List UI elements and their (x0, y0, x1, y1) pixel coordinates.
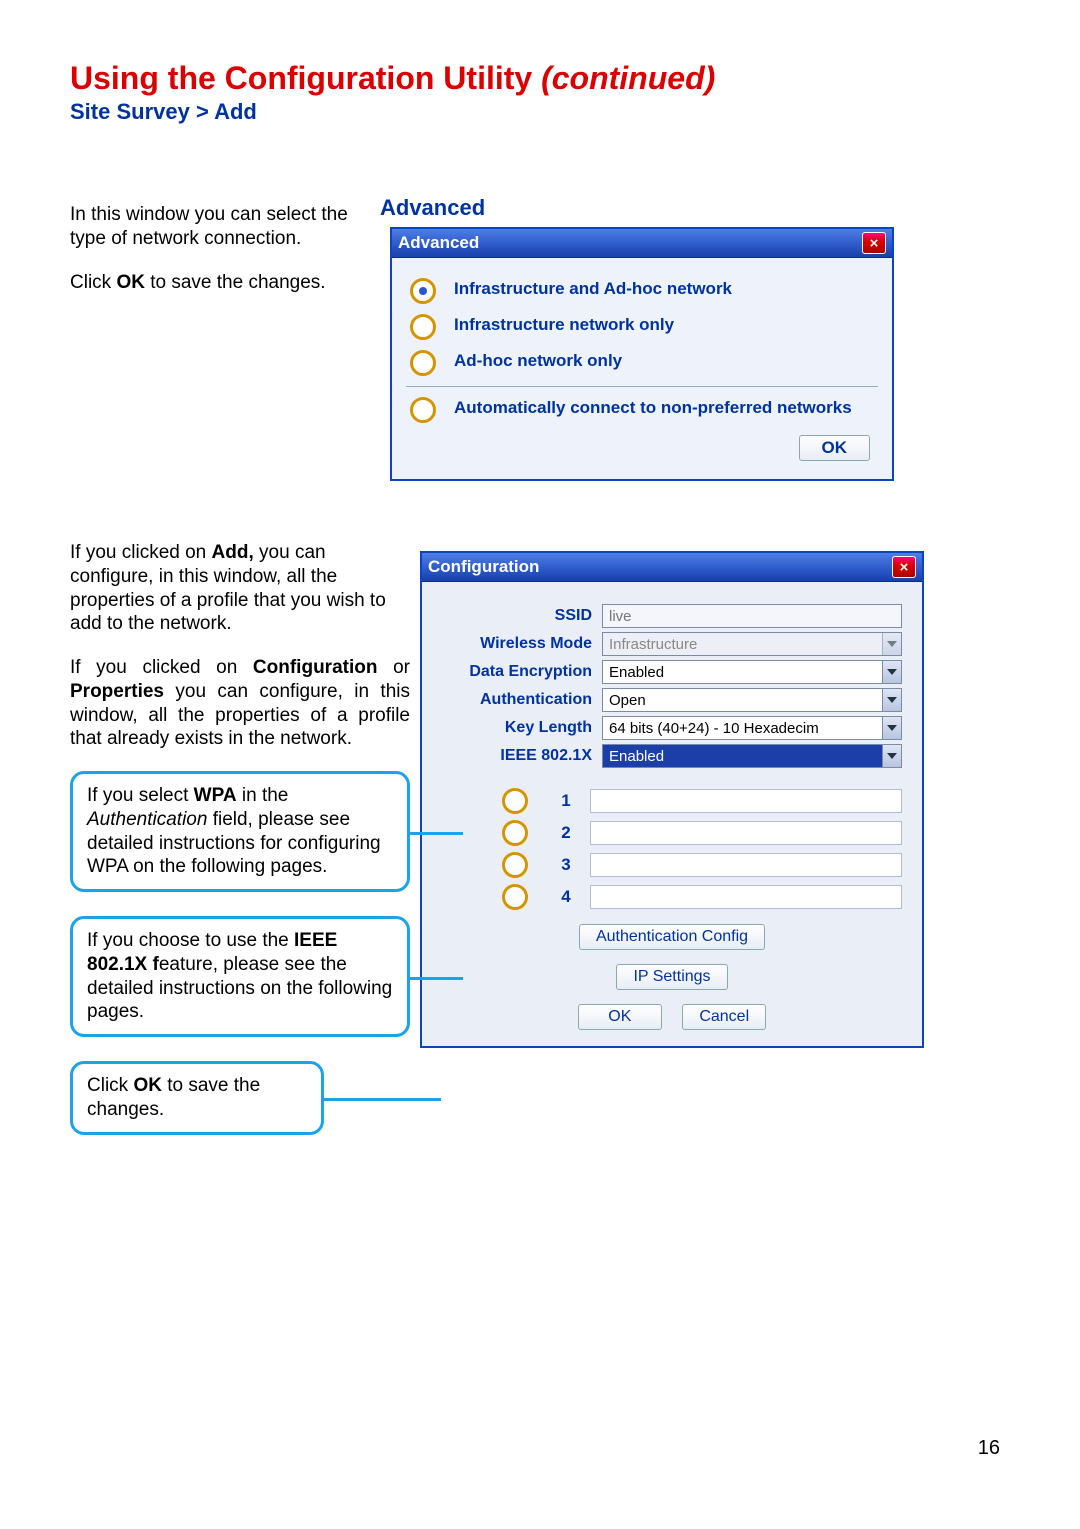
key-row-1[interactable]: 1 (442, 788, 902, 814)
chevron-down-icon (882, 745, 901, 767)
chevron-down-icon (882, 717, 901, 739)
key-row-2[interactable]: 2 (442, 820, 902, 846)
radio-icon[interactable] (502, 788, 528, 814)
callout-connector (407, 977, 463, 980)
authentication-select[interactable]: Open (602, 688, 902, 712)
page-title: Using the Configuration Utility (continu… (70, 60, 1010, 97)
key-input-4[interactable] (590, 885, 902, 909)
advanced-dialog: Advanced × Infrastructure and Ad-hoc net… (390, 227, 894, 481)
key-length-select[interactable]: 64 bits (40+24) - 10 Hexadecim (602, 716, 902, 740)
config-paragraph: If you clicked on Configuration or Prope… (70, 656, 410, 751)
close-icon[interactable]: × (862, 232, 886, 254)
radio-icon[interactable] (410, 350, 436, 376)
key-row-4[interactable]: 4 (442, 884, 902, 910)
configuration-title: Configuration (428, 557, 539, 577)
option-infra-adhoc[interactable]: Infrastructure and Ad-hoc network (410, 278, 878, 304)
radio-icon[interactable] (410, 397, 436, 423)
key-input-2[interactable] (590, 821, 902, 845)
chevron-down-icon (882, 689, 901, 711)
intro-text-1: In this window you can select the type o… (70, 203, 380, 251)
ssid-label: SSID (442, 607, 602, 625)
data-encryption-select[interactable]: Enabled (602, 660, 902, 684)
radio-icon[interactable] (410, 314, 436, 340)
intro-text-2: Click OK to save the changes. (70, 271, 380, 295)
title-continued: (continued) (541, 60, 715, 96)
ssid-input[interactable] (602, 604, 902, 628)
radio-icon[interactable] (502, 884, 528, 910)
configuration-dialog: Configuration × SSID Wireless Mode Infra… (420, 551, 924, 1048)
ok-callout: Click OK to save the changes. (70, 1061, 324, 1135)
ok-button[interactable]: OK (578, 1004, 662, 1030)
advanced-title: Advanced (398, 233, 479, 253)
advanced-heading: Advanced (380, 195, 1010, 221)
radio-icon[interactable] (502, 820, 528, 846)
ok-button[interactable]: OK (799, 435, 871, 461)
option-infra-only[interactable]: Infrastructure network only (410, 314, 878, 340)
authentication-label: Authentication (442, 691, 602, 709)
close-icon[interactable]: × (892, 556, 916, 578)
cancel-button[interactable]: Cancel (682, 1004, 766, 1030)
advanced-titlebar: Advanced × (392, 229, 892, 258)
key-number: 4 (556, 887, 576, 907)
ieee-callout: If you choose to use the IEEE 802.1X fea… (70, 916, 410, 1037)
page-number: 16 (978, 1437, 1000, 1460)
ieee8021x-select[interactable]: Enabled (602, 744, 902, 768)
key-row-3[interactable]: 3 (442, 852, 902, 878)
key-number: 1 (556, 791, 576, 811)
breadcrumb: Site Survey > Add (70, 99, 1010, 125)
radio-icon[interactable] (410, 278, 436, 304)
add-paragraph: If you clicked on Add, you can configure… (70, 541, 410, 636)
wireless-mode-select[interactable]: Infrastructure (602, 632, 902, 656)
key-input-1[interactable] (590, 789, 902, 813)
wpa-callout: If you select WPA in the Authentication … (70, 771, 410, 892)
chevron-down-icon (882, 661, 901, 683)
key-input-3[interactable] (590, 853, 902, 877)
wireless-mode-label: Wireless Mode (442, 635, 602, 653)
configuration-titlebar: Configuration × (422, 553, 922, 582)
option-auto-connect[interactable]: Automatically connect to non-preferred n… (410, 397, 878, 423)
auth-config-button[interactable]: Authentication Config (579, 924, 765, 950)
option-label: Ad-hoc network only (454, 350, 622, 372)
option-adhoc-only[interactable]: Ad-hoc network only (410, 350, 878, 376)
key-number: 3 (556, 855, 576, 875)
callout-connector (321, 1098, 441, 1101)
ieee8021x-label: IEEE 802.1X (442, 747, 602, 765)
radio-icon[interactable] (502, 852, 528, 878)
data-encryption-label: Data Encryption (442, 663, 602, 681)
ip-settings-button[interactable]: IP Settings (616, 964, 727, 990)
key-length-label: Key Length (442, 719, 602, 737)
key-number: 2 (556, 823, 576, 843)
callout-connector (407, 832, 463, 835)
option-label: Infrastructure and Ad-hoc network (454, 278, 732, 300)
option-label: Automatically connect to non-preferred n… (454, 397, 852, 419)
chevron-down-icon (882, 633, 901, 655)
title-main: Using the Configuration Utility (70, 60, 541, 96)
option-label: Infrastructure network only (454, 314, 674, 336)
